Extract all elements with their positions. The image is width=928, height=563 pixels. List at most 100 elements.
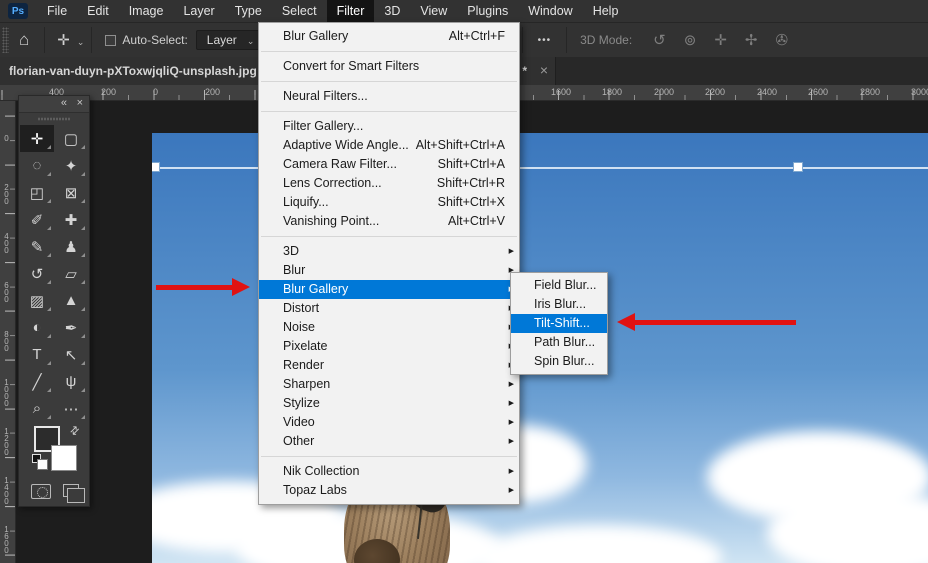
filter-menu-item[interactable]: [261, 111, 517, 112]
filter-menu-item[interactable]: Nik Collection ▶: [259, 462, 519, 481]
filter-menu-item[interactable]: Blur Gallery ▶: [259, 280, 519, 299]
move-3d-camera-icon[interactable]: ✇: [766, 31, 797, 49]
transform-handle-left[interactable]: [152, 162, 160, 172]
filter-menu-item[interactable]: Render ▶: [259, 356, 519, 375]
vertical-ruler[interactable]: 02004006008001000120014001600: [0, 101, 16, 563]
menubar-item[interactable]: Window: [518, 0, 582, 22]
filter-menu-item[interactable]: Stylize ▶: [259, 394, 519, 413]
shape-tool[interactable]: ▲: [54, 287, 88, 314]
filter-menu-item[interactable]: Blur Gallery Alt+Ctrl+F: [259, 27, 519, 46]
quick-mask-button[interactable]: [31, 484, 51, 499]
menubar-item[interactable]: File: [37, 0, 77, 22]
transform-handle-mid[interactable]: [793, 162, 803, 172]
close-tab-icon[interactable]: ×: [540, 62, 548, 78]
menubar-item[interactable]: Image: [119, 0, 174, 22]
submenu-item[interactable]: Field Blur...: [511, 276, 607, 295]
more-options-icon[interactable]: •••: [528, 35, 562, 46]
hand-tool[interactable]: ψ: [54, 368, 88, 395]
menubar-item[interactable]: Plugins: [457, 0, 518, 22]
move-tool[interactable]: ✛: [20, 125, 54, 152]
object-selection-tool[interactable]: ✦: [54, 152, 88, 179]
dodge-tool[interactable]: ◐: [20, 314, 54, 341]
tools-panel-header[interactable]: « ×: [19, 96, 89, 113]
menubar-item[interactable]: Layer: [173, 0, 224, 22]
brush-tool[interactable]: ✎: [20, 233, 54, 260]
filter-menu-item[interactable]: Other ▶: [259, 432, 519, 451]
swap-colors-icon[interactable]: ⇄: [67, 423, 83, 439]
menubar: Ps FileEditImageLayerTypeSelectFilter3DV…: [0, 0, 928, 22]
filter-menu-item[interactable]: Adaptive Wide Angle... Alt+Shift+Ctrl+A: [259, 136, 519, 155]
menubar-item[interactable]: 3D: [374, 0, 410, 22]
screen-mode-button[interactable]: [63, 484, 79, 497]
lasso-tool[interactable]: ◌: [20, 152, 54, 179]
panel-grip[interactable]: [37, 115, 71, 123]
default-colors-icon[interactable]: [32, 454, 41, 463]
filter-menu-item[interactable]: Distort ▶: [259, 299, 519, 318]
clone-stamp-tool[interactable]: ♟: [54, 233, 88, 260]
history-brush-tool[interactable]: ↺: [20, 260, 54, 287]
auto-select-checkbox[interactable]: [105, 35, 116, 46]
menubar-item[interactable]: Select: [272, 0, 327, 22]
filter-menu-item[interactable]: Noise ▶: [259, 318, 519, 337]
ruler-label: 1000: [2, 378, 11, 406]
submenu-arrow-icon: ▶: [509, 394, 514, 413]
filter-menu-item[interactable]: [261, 51, 517, 52]
submenu-item[interactable]: Iris Blur...: [511, 295, 607, 314]
filter-menu-item[interactable]: Video ▶: [259, 413, 519, 432]
filter-menu-item[interactable]: Blur ▶: [259, 261, 519, 280]
menubar-item[interactable]: Type: [225, 0, 272, 22]
pen-tool[interactable]: ✒: [54, 314, 88, 341]
submenu-item[interactable]: Spin Blur...: [511, 352, 607, 371]
eraser-tool[interactable]: ▱: [54, 260, 88, 287]
collapse-panel-icon[interactable]: «: [61, 97, 67, 109]
filter-menu-item[interactable]: Lens Correction... Shift+Ctrl+R: [259, 174, 519, 193]
path-selection-tool[interactable]: ↖: [54, 341, 88, 368]
menubar-item[interactable]: Filter: [327, 0, 375, 22]
zoom-tool[interactable]: ⌕: [20, 395, 54, 422]
filter-menu-item[interactable]: [261, 236, 517, 237]
auto-select-target-dropdown[interactable]: Layer ⌄: [196, 30, 262, 50]
slide-3d-camera-icon[interactable]: ✢: [736, 31, 767, 49]
filter-menu-item[interactable]: Neural Filters...: [259, 87, 519, 106]
gradient-tool[interactable]: ▨: [20, 287, 54, 314]
ruler-label: 800: [2, 330, 11, 351]
ruler-label: 1200: [2, 427, 11, 455]
edit-toolbar[interactable]: ⋯: [54, 395, 88, 422]
marquee-tool[interactable]: ▢: [54, 125, 88, 152]
close-panel-icon[interactable]: ×: [77, 97, 83, 109]
ruler-label: 2400: [757, 87, 777, 97]
roll-3d-camera-icon[interactable]: ⊚: [675, 31, 706, 49]
submenu-item[interactable]: Tilt-Shift...: [511, 314, 607, 333]
filter-menu-item[interactable]: [261, 81, 517, 82]
healing-brush-tool[interactable]: ✚: [54, 206, 88, 233]
eyedropper-tool[interactable]: ✐: [20, 206, 54, 233]
filter-menu-item[interactable]: Vanishing Point... Alt+Ctrl+V: [259, 212, 519, 231]
filter-menu-item[interactable]: Filter Gallery...: [259, 117, 519, 136]
filter-menu-item[interactable]: 3D ▶: [259, 242, 519, 261]
crop-tool[interactable]: ◰: [20, 179, 54, 206]
filter-menu-item[interactable]: Pixelate ▶: [259, 337, 519, 356]
menubar-item[interactable]: View: [410, 0, 457, 22]
frame-tool[interactable]: ⊠: [54, 179, 88, 206]
filter-menu-item[interactable]: Convert for Smart Filters: [259, 57, 519, 76]
chevron-down-icon[interactable]: ⌄: [77, 37, 85, 48]
ruler-label: 400: [2, 232, 11, 253]
filter-menu-item[interactable]: Liquify... Shift+Ctrl+X: [259, 193, 519, 212]
home-icon[interactable]: ⌂: [9, 30, 39, 50]
background-color-swatch[interactable]: [51, 445, 77, 471]
line-tool[interactable]: ╱: [20, 368, 54, 395]
submenu-arrow-icon: ▶: [509, 432, 514, 451]
menubar-item[interactable]: Help: [583, 0, 629, 22]
menubar-item[interactable]: Edit: [77, 0, 119, 22]
filter-menu-item[interactable]: Sharpen ▶: [259, 375, 519, 394]
drag-3d-camera-icon[interactable]: ✛: [705, 31, 736, 49]
filter-menu-item[interactable]: [261, 456, 517, 457]
submenu-arrow-icon: ▶: [509, 375, 514, 394]
type-tool[interactable]: T: [20, 341, 54, 368]
submenu-item[interactable]: Path Blur...: [511, 333, 607, 352]
options-bar-grip[interactable]: [2, 27, 9, 53]
filter-menu-item[interactable]: Camera Raw Filter... Shift+Ctrl+A: [259, 155, 519, 174]
shortcut-label: Shift+Ctrl+X: [438, 193, 505, 212]
orbit-3d-camera-icon[interactable]: ↺: [644, 31, 675, 49]
filter-menu-item[interactable]: Topaz Labs ▶: [259, 481, 519, 500]
